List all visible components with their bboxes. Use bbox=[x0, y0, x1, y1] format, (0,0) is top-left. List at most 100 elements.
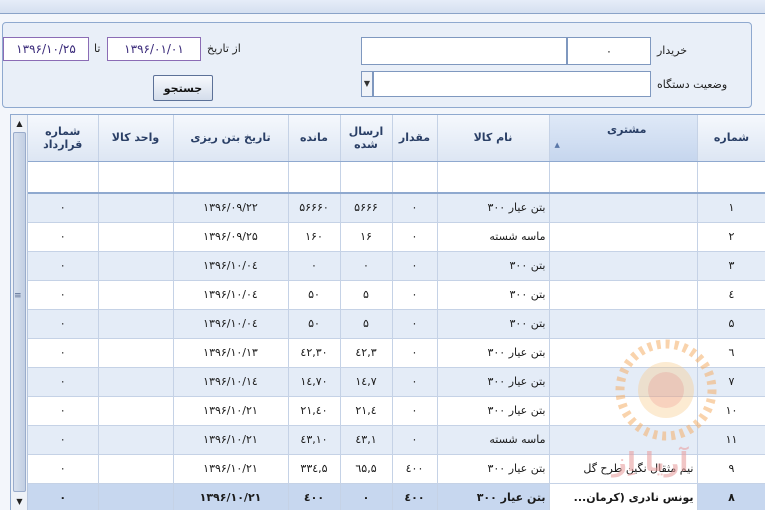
cell-customer[interactable] bbox=[549, 338, 698, 368]
table-row[interactable]: ۰ ۱۳۹۶/۱۰/۲۱ ۲۱,٤۰ ۲۱,٤ ۰ بتن عیار ۳۰۰ ۱۰ bbox=[28, 396, 765, 426]
cell-sent[interactable]: ۰ bbox=[340, 251, 393, 281]
cell-customer[interactable] bbox=[549, 309, 698, 339]
cell-customer[interactable] bbox=[549, 222, 698, 252]
cell-unit[interactable] bbox=[98, 454, 174, 484]
cell-number[interactable]: ۲ bbox=[697, 222, 765, 252]
cell-remaining[interactable]: ۰ bbox=[288, 251, 341, 281]
cell-number[interactable]: ۹ bbox=[697, 454, 765, 484]
cell-remaining[interactable]: ٤۲,۳۰ bbox=[288, 338, 341, 368]
cell-number[interactable]: ٤ bbox=[697, 280, 765, 310]
cell-product[interactable]: ماسه شسته bbox=[437, 425, 550, 455]
cell-number[interactable]: ۵ bbox=[697, 309, 765, 339]
filter-cell-product[interactable] bbox=[437, 161, 550, 194]
cell-unit[interactable] bbox=[98, 222, 174, 252]
cell-unit[interactable] bbox=[98, 338, 174, 368]
cell-concrete-date[interactable]: ۱۳۹۶/۱۰/۲۱ bbox=[173, 425, 289, 455]
col-header-remaining[interactable]: مانده bbox=[288, 115, 341, 162]
cell-remaining[interactable]: ۵۰ bbox=[288, 309, 341, 339]
buyer-code-field[interactable] bbox=[567, 37, 651, 65]
cell-contract-no[interactable]: ۰ bbox=[28, 193, 99, 223]
cell-product[interactable]: ماسه شسته bbox=[437, 222, 550, 252]
cell-concrete-date[interactable]: ۱۳۹۶/۱۰/۰٤ bbox=[173, 309, 289, 339]
cell-concrete-date[interactable]: ۱۳۹۶/۱۰/۲۱ bbox=[173, 396, 289, 426]
table-row[interactable]: ۰ ۱۳۹۶/۱۰/۰٤ ۵۰ ۵ ۰ بتن ۳۰۰ ٤ bbox=[28, 280, 765, 310]
cell-amount[interactable]: ۰ bbox=[392, 338, 438, 368]
cell-unit[interactable] bbox=[98, 367, 174, 397]
cell-unit[interactable] bbox=[98, 193, 174, 223]
device-status-select[interactable] bbox=[373, 71, 651, 97]
cell-contract-no[interactable]: ۰ bbox=[28, 309, 99, 339]
cell-concrete-date[interactable]: ۱۳۹۶/۱۰/۰٤ bbox=[173, 251, 289, 281]
date-from-field[interactable] bbox=[107, 37, 201, 61]
filter-cell-remaining[interactable] bbox=[288, 161, 341, 194]
search-button[interactable]: جستجو bbox=[153, 75, 213, 101]
cell-customer[interactable] bbox=[549, 193, 698, 223]
cell-contract-no[interactable]: ۰ bbox=[28, 222, 99, 252]
device-status-dropdown-arrow[interactable]: ▼ bbox=[361, 71, 373, 97]
cell-product[interactable]: بتن عیار ۳۰۰ bbox=[437, 396, 550, 426]
table-row[interactable]: ۰ ۱۳۹۶/۱۰/۲۱ ٤۰۰ ۰ ٤۰۰ بتن عیار ۳۰۰ یونس نادری… bbox=[28, 482, 765, 510]
cell-number[interactable]: ۱۱ bbox=[697, 425, 765, 455]
cell-number[interactable]: ۸ bbox=[697, 482, 765, 510]
table-row[interactable]: ۰ ۱۳۹۶/۰۹/۲۵ ۱۶۰ ۱۶ ۰ ماسه شسته ۲ bbox=[28, 222, 765, 252]
cell-remaining[interactable]: ٤۰۰ bbox=[288, 482, 341, 510]
cell-sent[interactable]: ۰ bbox=[340, 482, 393, 510]
col-header-amount[interactable]: مقدار bbox=[392, 115, 438, 162]
table-row[interactable]: ۰ ۱۳۹۶/۱۰/۰٤ ۵۰ ۵ ۰ بتن ۳۰۰ ۵ bbox=[28, 309, 765, 339]
scroll-down-icon[interactable]: ▼ bbox=[12, 495, 27, 509]
scroll-up-icon[interactable]: ▲ bbox=[12, 117, 27, 131]
cell-sent[interactable]: ٤۲,۳ bbox=[340, 338, 393, 368]
cell-sent[interactable]: ٤۳,۱ bbox=[340, 425, 393, 455]
filter-cell-unit[interactable] bbox=[98, 161, 174, 194]
cell-remaining[interactable]: ۲۱,٤۰ bbox=[288, 396, 341, 426]
filter-cell-number[interactable] bbox=[697, 161, 765, 194]
cell-concrete-date[interactable]: ۱۳۹۶/۱۰/۲۱ bbox=[173, 454, 289, 484]
cell-sent[interactable]: ۲۱,٤ bbox=[340, 396, 393, 426]
buyer-name-field[interactable] bbox=[361, 37, 567, 65]
scroll-thumb[interactable] bbox=[13, 132, 26, 492]
cell-unit[interactable] bbox=[98, 396, 174, 426]
cell-product[interactable]: بتن ۳۰۰ bbox=[437, 251, 550, 281]
cell-sent[interactable]: ۵۶۶۶ bbox=[340, 193, 393, 223]
cell-customer[interactable] bbox=[549, 280, 698, 310]
cell-number[interactable]: ۱ bbox=[697, 193, 765, 223]
cell-customer[interactable] bbox=[549, 367, 698, 397]
cell-sent[interactable]: ۱۶ bbox=[340, 222, 393, 252]
col-header-customer[interactable]: ▲ مشتری bbox=[549, 115, 698, 162]
date-to-field[interactable] bbox=[3, 37, 89, 61]
vertical-scrollbar[interactable]: ▲ ≡ ▼ bbox=[11, 115, 28, 510]
cell-product[interactable]: بتن عیار ۳۰۰ bbox=[437, 367, 550, 397]
cell-sent[interactable]: ۵ bbox=[340, 309, 393, 339]
filter-cell-sent[interactable] bbox=[340, 161, 393, 194]
cell-concrete-date[interactable]: ۱۳۹۶/۱۰/۰٤ bbox=[173, 280, 289, 310]
cell-contract-no[interactable]: ۰ bbox=[28, 251, 99, 281]
cell-concrete-date[interactable]: ۱۳۹۶/۱۰/۲۱ bbox=[173, 482, 289, 510]
col-header-concrete-date[interactable]: تاریخ بتن ریزی bbox=[173, 115, 289, 162]
cell-amount[interactable]: ۰ bbox=[392, 309, 438, 339]
cell-number[interactable]: ۳ bbox=[697, 251, 765, 281]
cell-product[interactable]: بتن عیار ۳۰۰ bbox=[437, 193, 550, 223]
cell-amount[interactable]: ۰ bbox=[392, 222, 438, 252]
cell-amount[interactable]: ۰ bbox=[392, 396, 438, 426]
cell-contract-no[interactable]: ۰ bbox=[28, 425, 99, 455]
cell-amount[interactable]: ۰ bbox=[392, 280, 438, 310]
cell-product[interactable]: بتن عیار ۳۰۰ bbox=[437, 338, 550, 368]
filter-cell-amount[interactable] bbox=[392, 161, 438, 194]
cell-product[interactable]: بتن عیار ۳۰۰ bbox=[437, 454, 550, 484]
cell-remaining[interactable]: ۱۶۰ bbox=[288, 222, 341, 252]
cell-sent[interactable]: ۵ bbox=[340, 280, 393, 310]
col-header-unit[interactable]: واحد کالا bbox=[98, 115, 174, 162]
cell-amount[interactable]: ٤۰۰ bbox=[392, 482, 438, 510]
cell-remaining[interactable]: ۱٤,۷۰ bbox=[288, 367, 341, 397]
cell-unit[interactable] bbox=[98, 482, 174, 510]
cell-customer[interactable] bbox=[549, 251, 698, 281]
cell-remaining[interactable]: ۵۰ bbox=[288, 280, 341, 310]
filter-cell-contract[interactable] bbox=[28, 161, 99, 194]
cell-remaining[interactable]: ٤۳,۱۰ bbox=[288, 425, 341, 455]
cell-contract-no[interactable]: ۰ bbox=[28, 396, 99, 426]
cell-contract-no[interactable]: ۰ bbox=[28, 482, 99, 510]
cell-product[interactable]: بتن عیار ۳۰۰ bbox=[437, 482, 550, 510]
col-header-product[interactable]: نام کالا bbox=[437, 115, 550, 162]
filter-cell-customer[interactable] bbox=[549, 161, 698, 194]
cell-amount[interactable]: ٤۰۰ bbox=[392, 454, 438, 484]
